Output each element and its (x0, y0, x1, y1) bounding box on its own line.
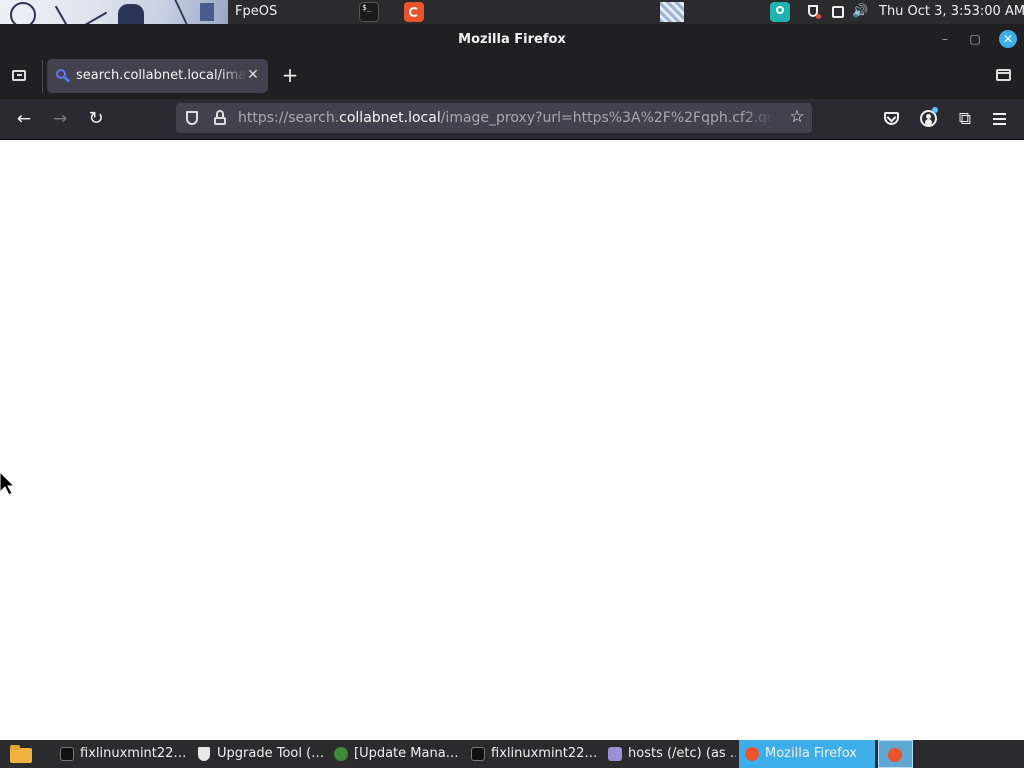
lock-icon[interactable] (212, 110, 228, 126)
page-content-area[interactable] (0, 140, 1024, 740)
url-scheme: https:// (238, 110, 289, 126)
shield-icon (197, 747, 211, 761)
volume-icon[interactable]: 🔊 (852, 4, 868, 20)
taskbar-item-label: Upgrade Tool (… (217, 746, 325, 761)
terminal-icon (60, 747, 74, 761)
taskbar-item-terminal-2[interactable]: fixlinuxmint22… (465, 740, 599, 768)
tracking-protection-shield-icon[interactable] (184, 110, 200, 126)
text-editor-icon (608, 747, 622, 761)
taskbar-item-firefox[interactable]: Mozilla Firefox (739, 740, 875, 768)
url-bar[interactable]: https://search.collabnet.local/image_pro… (176, 103, 812, 133)
os-label: FpeOS (235, 4, 278, 19)
clock[interactable]: Thu Oct 3, 3:53:00 AM (879, 4, 1024, 19)
new-tab-button[interactable]: + (280, 65, 300, 85)
url-path: /image_proxy?url=https%3A%2F%2Fqph.cf2.q… (440, 110, 774, 126)
url-subdomain: search. (288, 110, 340, 126)
taskbar-item-upgrade-tool[interactable]: Upgrade Tool (… (191, 740, 325, 768)
files-folder-icon[interactable] (10, 745, 32, 763)
keyring-icon[interactable] (770, 2, 790, 22)
mouse-pointer-icon (0, 472, 16, 496)
window-indicator-icon[interactable] (830, 4, 846, 20)
top-panel: FpeOS $_ 🔊 Thu Oct 3, 3:53:00 AM (0, 0, 1024, 24)
taskbar-item-hosts-editor[interactable]: hosts (/etc) (as … (602, 740, 736, 768)
maximize-button[interactable]: ▢ (966, 30, 984, 48)
update-manager-icon (334, 747, 348, 761)
firefox-icon (888, 748, 902, 762)
taskbar-item-firefox-group[interactable] (878, 740, 913, 768)
close-tab-icon[interactable]: ✕ (245, 67, 261, 83)
firefox-icon (745, 747, 759, 761)
firefox-launcher-icon[interactable] (404, 2, 424, 22)
reload-button[interactable]: ↻ (85, 108, 107, 130)
search-favicon-icon (55, 68, 71, 84)
hamburger-menu-icon[interactable] (990, 109, 1010, 129)
security-shield-icon[interactable] (805, 4, 821, 20)
taskbar-item-label: hosts (/etc) (as … (628, 746, 736, 761)
terminal-icon (471, 747, 485, 761)
minimize-button[interactable]: – (936, 30, 954, 48)
taskbar-item-label: Mozilla Firefox (765, 746, 857, 761)
extensions-puzzle-icon[interactable]: ⧉ (955, 109, 975, 129)
tab-strip: search.collabnet.local/image_proxy?url=h… (0, 54, 1024, 99)
taskbar-item-terminal-1[interactable]: fixlinuxmint22… (54, 740, 188, 768)
url-domain: collabnet.local (339, 110, 441, 126)
tab-label: search.collabnet.local/image_proxy?url=h… (76, 68, 246, 83)
taskbar: fixlinuxmint22… Upgrade Tool (… [Update … (0, 740, 1024, 768)
account-notification-badge (932, 107, 938, 113)
taskbar-item-label: fixlinuxmint22… (80, 746, 187, 761)
url-input[interactable]: https://search.collabnet.local/image_pro… (238, 110, 774, 126)
pocket-icon[interactable] (882, 109, 902, 129)
bookmark-star-icon[interactable]: ☆ (787, 107, 807, 127)
terminal-launcher-icon[interactable]: $_ (359, 2, 379, 22)
taskbar-item-label: fixlinuxmint22… (491, 746, 598, 761)
list-all-tabs-icon[interactable] (10, 66, 30, 86)
taskbar-item-label: [Update Mana… (354, 746, 459, 761)
close-window-button[interactable]: ✕ (999, 30, 1017, 48)
tab-separator (42, 60, 43, 93)
navigation-toolbar: ← → ↻ https://search.collabnet.local/ima… (0, 99, 1024, 140)
firefox-view-icon[interactable] (995, 67, 1013, 83)
window-titlebar[interactable]: Mozilla Firefox – ▢ ✕ (0, 24, 1024, 54)
desktop-wallpaper-thumbnail (0, 0, 228, 24)
back-button[interactable]: ← (13, 108, 35, 130)
workspace-thumbnail-icon[interactable] (660, 2, 684, 22)
window-title: Mozilla Firefox (458, 32, 566, 47)
taskbar-item-update-manager[interactable]: [Update Mana… (328, 740, 462, 768)
forward-button[interactable]: → (49, 108, 71, 130)
tab-active[interactable]: search.collabnet.local/image_proxy?url=h… (47, 59, 268, 93)
